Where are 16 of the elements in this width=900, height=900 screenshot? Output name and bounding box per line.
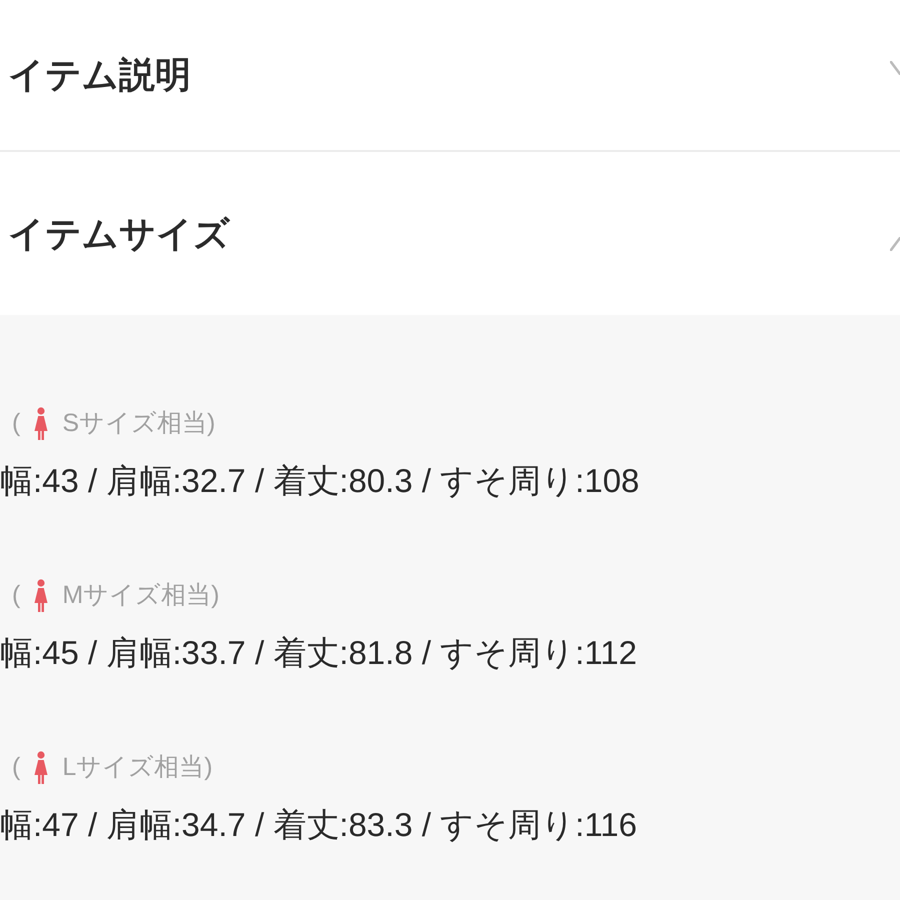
measurements-text: 幅:45 / 肩幅:33.7 / 着丈:81.8 / すそ周り:112: [0, 633, 638, 673]
chevron-up-icon[interactable]: [890, 236, 900, 250]
measurements-text: 幅:47 / 肩幅:34.7 / 着丈:83.3 / すそ周り:116: [0, 805, 638, 845]
female-figure-icon: [34, 578, 48, 612]
female-figure-icon: [34, 750, 48, 784]
size-paren: (: [12, 580, 20, 611]
measurements-text: 幅:43 / 肩幅:32.7 / 着丈:80.3 / すそ周り:108: [0, 461, 640, 501]
size-paren: (: [12, 408, 20, 439]
section-title[interactable]: イテム説明: [8, 53, 191, 97]
size-label: Sサイズ相当): [62, 408, 216, 439]
size-paren: (: [12, 752, 20, 783]
size-label: Lサイズ相当): [62, 752, 213, 783]
size-label: Mサイズ相当): [62, 580, 220, 611]
chevron-down-icon[interactable]: [890, 61, 900, 75]
section-title[interactable]: イテムサイズ: [8, 212, 230, 256]
female-figure-icon: [34, 406, 48, 440]
